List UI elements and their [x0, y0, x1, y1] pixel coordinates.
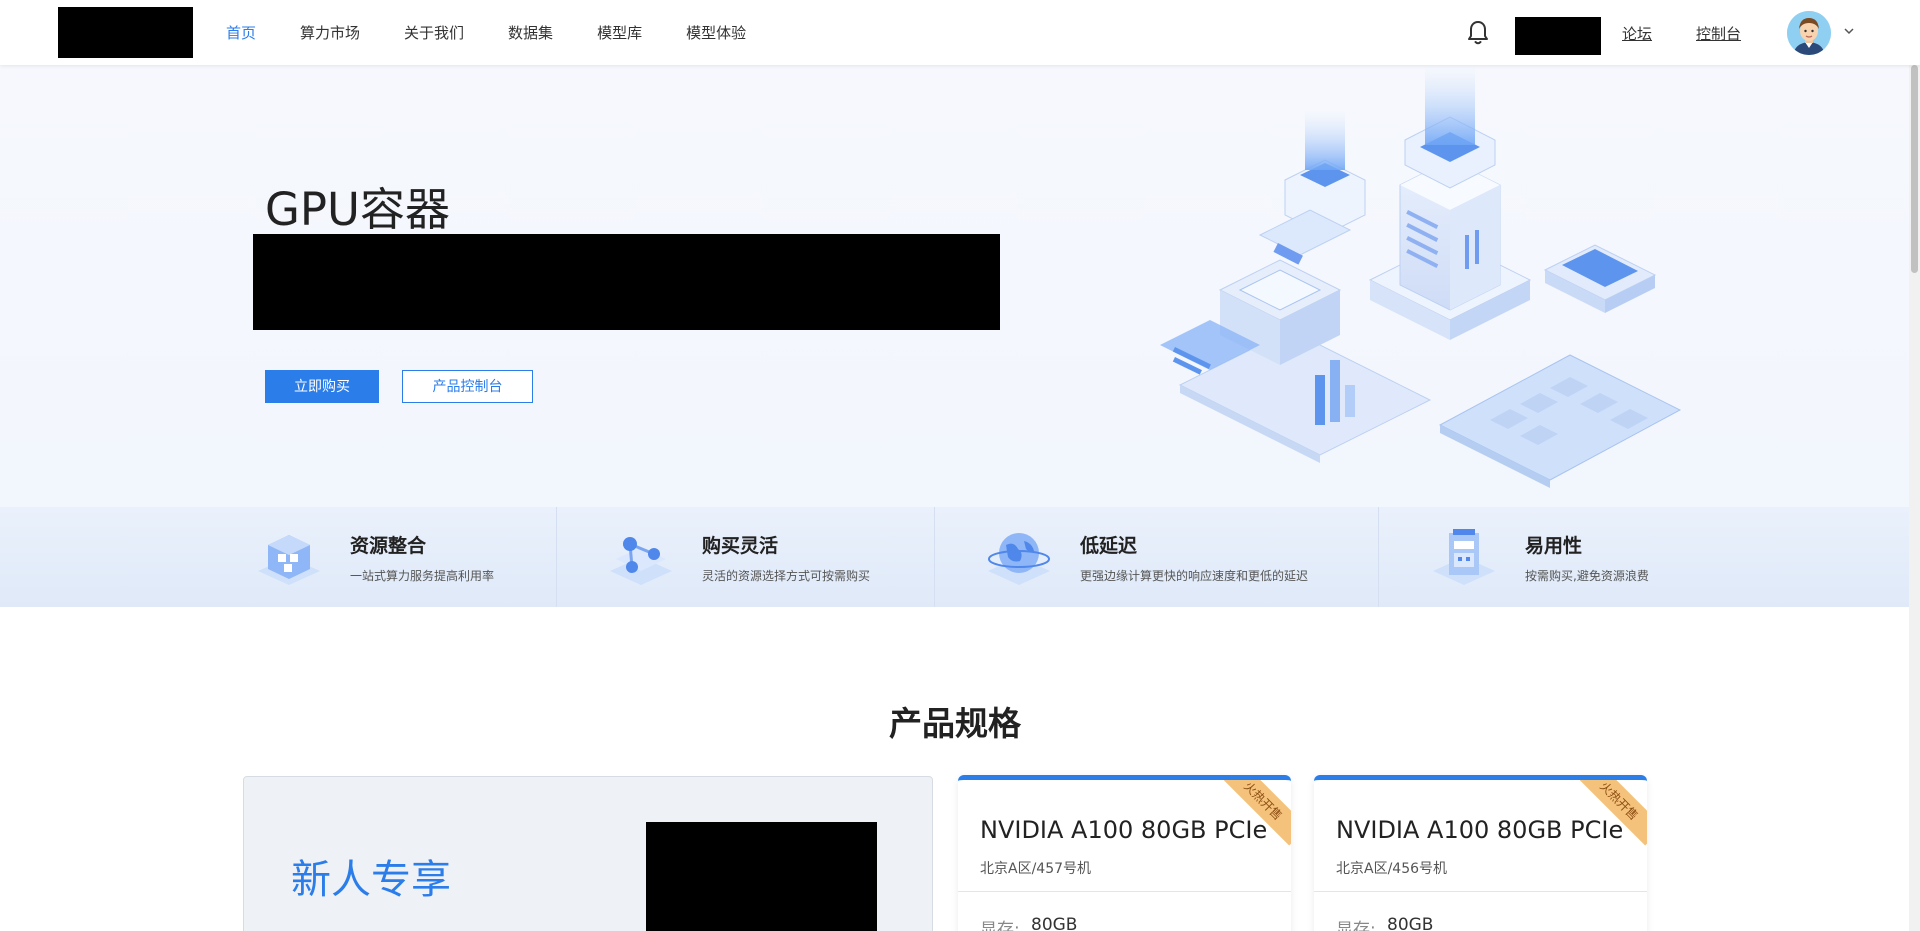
resource-integration-icon — [258, 535, 320, 585]
feature-title: 低延迟 — [1080, 535, 1138, 557]
promo-title: 新人专享 — [291, 857, 451, 903]
feature-divider — [1378, 507, 1379, 607]
memory-value: 80GB — [1031, 915, 1078, 931]
memory-value: 80GB — [1387, 915, 1434, 931]
page: 首页 算力市场 关于我们 数据集 模型库 模型体验 论坛 控制台 GPU容器 立… — [0, 0, 1920, 931]
new-user-promo-card[interactable]: 新人专享 — [243, 776, 933, 931]
redacted-link[interactable] — [1515, 17, 1601, 55]
bell-icon[interactable] — [1466, 20, 1490, 46]
low-latency-globe-icon — [988, 533, 1050, 585]
feature-divider — [934, 507, 935, 607]
card-divider — [1314, 891, 1647, 892]
user-avatar[interactable] — [1787, 11, 1831, 55]
nav-datasets[interactable]: 数据集 — [508, 22, 553, 43]
product-location: 北京A区/456号机 — [1336, 861, 1448, 877]
nav-home[interactable]: 首页 — [226, 22, 256, 43]
feature-divider — [556, 507, 557, 607]
flexible-purchase-icon — [610, 537, 672, 585]
feature-description: 一站式算力服务提高利用率 — [350, 569, 495, 583]
buy-now-button[interactable]: 立即购买 — [265, 370, 379, 403]
product-console-button[interactable]: 产品控制台 — [402, 370, 533, 403]
nav-model-experience[interactable]: 模型体验 — [686, 22, 746, 43]
product-name: NVIDIA A100 80GB PCIe — [1336, 816, 1624, 844]
feature-title: 购买灵活 — [702, 535, 779, 557]
promo-image-redacted — [646, 822, 877, 931]
hero-description-redacted — [253, 234, 1000, 330]
user-avatar-icon — [1787, 11, 1831, 55]
product-location: 北京A区/457号机 — [980, 861, 1092, 877]
nav-about-us[interactable]: 关于我们 — [404, 22, 464, 43]
hero-banner: GPU容器 立即购买 产品控制台 — [0, 65, 1920, 507]
nav-compute-market[interactable]: 算力市场 — [300, 22, 360, 43]
hero-title: GPU容器 — [265, 183, 450, 236]
section-title: 产品规格 — [889, 704, 1021, 743]
ease-of-use-icon — [1433, 529, 1495, 585]
memory-label: 显存: — [1336, 920, 1376, 931]
main-nav: 首页 算力市场 关于我们 数据集 模型库 模型体验 — [226, 0, 790, 65]
feature-description: 灵活的资源选择方式可按需购买 — [702, 569, 871, 583]
console-link[interactable]: 控制台 — [1696, 23, 1741, 44]
memory-label: 显存: — [980, 920, 1020, 931]
product-card[interactable]: 火热开售 NVIDIA A100 80GB PCIe 北京A区/456号机 显存… — [1314, 775, 1647, 931]
feature-strip: 资源整合 一站式算力服务提高利用率 购买灵活 灵活的资源选择方式可按需购买 低延… — [0, 507, 1920, 607]
logo-redacted[interactable] — [58, 7, 193, 58]
product-card[interactable]: 火热开售 NVIDIA A100 80GB PCIe 北京A区/457号机 显存… — [958, 775, 1291, 931]
card-divider — [958, 891, 1291, 892]
isometric-server-illustration — [1160, 65, 1682, 488]
chevron-down-icon[interactable] — [1844, 26, 1854, 36]
feature-description: 更强边缘计算更快的响应速度和更低的延迟 — [1080, 569, 1309, 583]
feature-description: 按需购买,避免资源浪费 — [1525, 569, 1649, 583]
feature-title: 资源整合 — [350, 535, 427, 557]
nav-model-library[interactable]: 模型库 — [597, 22, 642, 43]
scrollbar-thumb[interactable] — [1911, 65, 1918, 273]
feature-title: 易用性 — [1525, 535, 1583, 557]
top-navigation-bar: 首页 算力市场 关于我们 数据集 模型库 模型体验 论坛 控制台 — [0, 0, 1920, 65]
product-name: NVIDIA A100 80GB PCIe — [980, 816, 1268, 844]
forum-link[interactable]: 论坛 — [1622, 23, 1652, 44]
